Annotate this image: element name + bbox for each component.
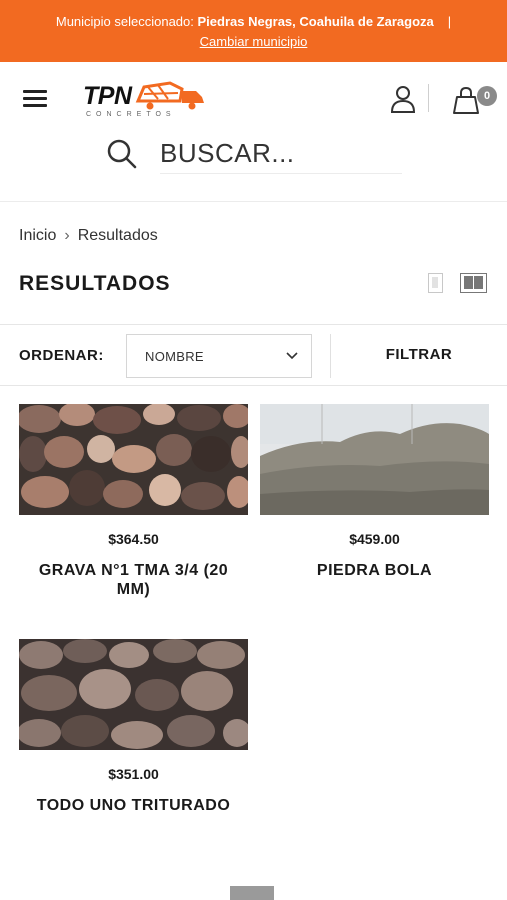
product-price: $459.00 xyxy=(349,531,400,547)
sort-label: ORDENAR: xyxy=(19,347,104,364)
sort-selected-value: NOMBRE xyxy=(145,349,204,364)
product-card: $364.50 GRAVA N°1 TMA 3/4 (20 MM) xyxy=(19,404,248,599)
cart-button[interactable]: 0 xyxy=(452,84,498,116)
truck-mixer-icon xyxy=(135,81,204,110)
product-image-gravel-pile[interactable] xyxy=(260,404,489,515)
header-divider xyxy=(428,84,429,112)
municipality-line: Municipio seleccionado: Piedras Negras, … xyxy=(0,14,507,29)
municipality-name: Piedras Negras, Coahuila de Zaragoza xyxy=(197,14,434,29)
cart-count-badge: 0 xyxy=(477,86,497,106)
shopping-bag-icon xyxy=(453,86,479,114)
product-image-river-stones[interactable] xyxy=(19,404,248,515)
change-municipality-link[interactable]: Cambiar municipio xyxy=(200,34,308,49)
breadcrumb: Inicio › Resultados xyxy=(19,227,158,245)
sort-filter-toolbar: ORDENAR: NOMBRE FILTRAR xyxy=(0,324,507,386)
logo-text: TPN xyxy=(83,82,133,110)
search-input[interactable] xyxy=(160,134,402,174)
filter-button[interactable]: FILTRAR xyxy=(331,325,507,385)
product-name[interactable]: PIEDRA BOLA xyxy=(260,561,489,580)
tpn-logo[interactable]: TPN CONCRETOS xyxy=(82,79,210,119)
breadcrumb-home[interactable]: Inicio xyxy=(19,227,56,244)
municipality-bar: Municipio seleccionado: Piedras Negras, … xyxy=(0,0,507,62)
page-title: RESULTADOS xyxy=(19,272,171,295)
user-icon[interactable] xyxy=(390,85,416,113)
sort-select[interactable]: NOMBRE xyxy=(126,334,312,378)
product-price: $351.00 xyxy=(108,766,159,782)
municipality-separator: | xyxy=(447,14,452,29)
list-view-icon[interactable] xyxy=(428,273,443,293)
product-card: $459.00 PIEDRA BOLA xyxy=(260,404,489,580)
logo-subtext: CONCRETOS xyxy=(86,111,176,118)
product-image-crushed-stones[interactable] xyxy=(19,639,248,750)
chevron-down-icon xyxy=(286,352,298,360)
product-card: $351.00 TODO UNO TRITURADO xyxy=(19,639,248,815)
product-name[interactable]: TODO UNO TRITURADO xyxy=(19,796,248,815)
scroll-to-top-button[interactable] xyxy=(230,886,274,900)
product-name[interactable]: GRAVA N°1 TMA 3/4 (20 MM) xyxy=(19,561,248,599)
grid-view-icon[interactable] xyxy=(460,273,487,293)
chevron-right-icon: › xyxy=(64,227,70,244)
hamburger-menu-icon[interactable] xyxy=(23,90,47,108)
site-header: TPN CONCRETOS 0 xyxy=(0,62,507,202)
search-icon[interactable] xyxy=(106,138,138,170)
product-price: $364.50 xyxy=(108,531,159,547)
municipality-prefix: Municipio seleccionado: xyxy=(55,14,198,29)
breadcrumb-current: Resultados xyxy=(77,227,158,244)
